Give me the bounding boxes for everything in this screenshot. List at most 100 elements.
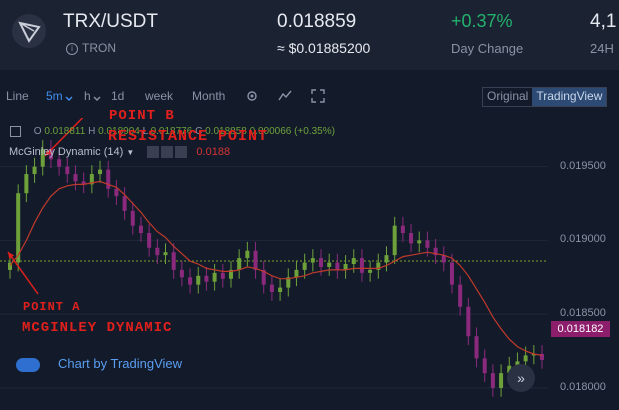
candle-body bbox=[171, 252, 176, 270]
point-a-arrow-head bbox=[8, 252, 15, 259]
coin-name: i TRON bbox=[66, 41, 116, 55]
indicators-icon[interactable] bbox=[278, 89, 292, 103]
usd-price: ≈ $0.01885200 bbox=[277, 40, 371, 56]
candle-body bbox=[400, 225, 405, 234]
market-header: TRX/USDT i TRON 0.018859 ≈ $0.01885200 +0… bbox=[0, 0, 619, 70]
candle-body bbox=[24, 174, 29, 194]
y-tick-label: 0.019500 bbox=[560, 159, 606, 172]
interval-5m-button[interactable]: 5m bbox=[46, 89, 63, 103]
candle-body bbox=[466, 306, 471, 337]
candle-body bbox=[98, 169, 103, 175]
day-change-label: Day Change bbox=[451, 41, 524, 56]
current-price-tag: 0.018182 bbox=[551, 321, 610, 337]
candle-body bbox=[253, 250, 258, 270]
candle-body bbox=[122, 196, 127, 211]
interval-1d-button[interactable]: 1d bbox=[111, 89, 124, 103]
y-tick-label: 0.019000 bbox=[560, 233, 606, 246]
candle-body bbox=[32, 166, 37, 175]
hour-chevron-icon[interactable] bbox=[92, 91, 106, 105]
interval-chevron-icon[interactable] bbox=[64, 91, 78, 105]
y-tick-label: 0.018000 bbox=[560, 380, 606, 393]
candle-body bbox=[368, 269, 373, 273]
resistance-annotation: RESISTANCE POINT bbox=[108, 128, 269, 145]
point-b-annotation: POINT B bbox=[109, 108, 175, 124]
candle-body bbox=[417, 240, 422, 244]
y-tick-label: 0.018500 bbox=[560, 307, 606, 320]
mcginley-annotation: MCGINLEY DYNAMIC bbox=[22, 320, 173, 336]
candle-body bbox=[269, 284, 274, 293]
candle-body bbox=[220, 272, 225, 279]
remove-icon[interactable] bbox=[175, 146, 188, 159]
indicator-chevron-icon[interactable]: ▼ bbox=[126, 148, 134, 157]
point-a-arrow bbox=[7, 251, 39, 295]
candle-body bbox=[155, 247, 160, 256]
candle-body bbox=[409, 233, 414, 244]
coin-name-label: TRON bbox=[82, 41, 116, 55]
candle-body bbox=[302, 262, 307, 270]
candle-body bbox=[343, 264, 348, 270]
day-change-value: +0.37% bbox=[451, 11, 513, 31]
candle-body bbox=[138, 225, 143, 234]
candle-body bbox=[523, 355, 528, 362]
settings-icon[interactable] bbox=[161, 146, 174, 159]
candle-body bbox=[237, 258, 242, 270]
candle-body bbox=[449, 262, 454, 285]
candle-body bbox=[57, 159, 62, 167]
last-price: 0.018859 bbox=[277, 11, 357, 32]
view-tradingview-button[interactable]: TradingView bbox=[532, 88, 607, 106]
candle-body bbox=[188, 277, 193, 285]
candle-body bbox=[106, 169, 111, 189]
candle-body bbox=[335, 262, 340, 270]
pair-title: TRX/USDT bbox=[63, 11, 158, 32]
interval-week-button[interactable]: week bbox=[145, 89, 173, 103]
candle-body bbox=[384, 255, 389, 263]
candle-body bbox=[294, 269, 299, 278]
candle-body bbox=[73, 174, 78, 182]
tradingview-credit[interactable]: Chart by TradingView bbox=[16, 356, 182, 372]
collapse-legend-icon[interactable] bbox=[10, 126, 21, 137]
candle-body bbox=[196, 275, 201, 285]
o-label: O bbox=[33, 126, 42, 138]
indicator-value: 0.0188 bbox=[196, 146, 231, 158]
tradingview-cloud-icon bbox=[16, 357, 40, 372]
candle-body bbox=[474, 336, 479, 359]
candle-body bbox=[114, 188, 119, 197]
indicator-name[interactable]: McGinley Dynamic (14) bbox=[9, 146, 123, 158]
line-button[interactable]: Line bbox=[6, 89, 29, 103]
volume-value: 4,1 bbox=[590, 11, 617, 32]
candle-body bbox=[458, 284, 463, 307]
o-value: 0.018811 bbox=[44, 126, 86, 138]
candle-body bbox=[327, 262, 332, 267]
indicator-legend: McGinley Dynamic (14) ▼ 0.0188 bbox=[9, 146, 231, 159]
info-icon[interactable]: i bbox=[66, 42, 78, 55]
candle-body bbox=[245, 250, 250, 259]
view-original-button[interactable]: Original bbox=[483, 88, 532, 106]
candle-body bbox=[392, 225, 397, 256]
tradingview-credit-label: Chart by TradingView bbox=[58, 356, 183, 371]
candle-body bbox=[351, 258, 356, 264]
candle-body bbox=[65, 166, 70, 175]
tron-logo-icon bbox=[12, 14, 46, 48]
candle-body bbox=[490, 373, 495, 388]
candle-body bbox=[147, 233, 152, 248]
point-a-annotation: POINT A bbox=[23, 300, 81, 314]
fullscreen-icon[interactable] bbox=[311, 89, 325, 103]
volume-label: 24H bbox=[590, 41, 614, 56]
candle-body bbox=[482, 358, 487, 374]
candle-body bbox=[310, 258, 315, 263]
candle-body bbox=[319, 258, 324, 267]
candle-body bbox=[278, 287, 283, 293]
candle-body bbox=[499, 373, 504, 388]
h-label: H bbox=[88, 126, 96, 138]
candle-body bbox=[359, 258, 364, 273]
candle-body bbox=[130, 210, 135, 226]
candle-body bbox=[212, 272, 217, 282]
view-toggle: Original TradingView bbox=[482, 87, 608, 107]
visibility-icon[interactable] bbox=[147, 146, 160, 159]
interval-h-button[interactable]: h bbox=[84, 89, 91, 103]
candle-body bbox=[425, 240, 430, 248]
scroll-to-realtime-button[interactable]: » bbox=[507, 364, 535, 392]
interval-month-button[interactable]: Month bbox=[192, 89, 225, 103]
candle-body bbox=[163, 252, 168, 256]
settings-gear-icon[interactable] bbox=[245, 89, 259, 103]
